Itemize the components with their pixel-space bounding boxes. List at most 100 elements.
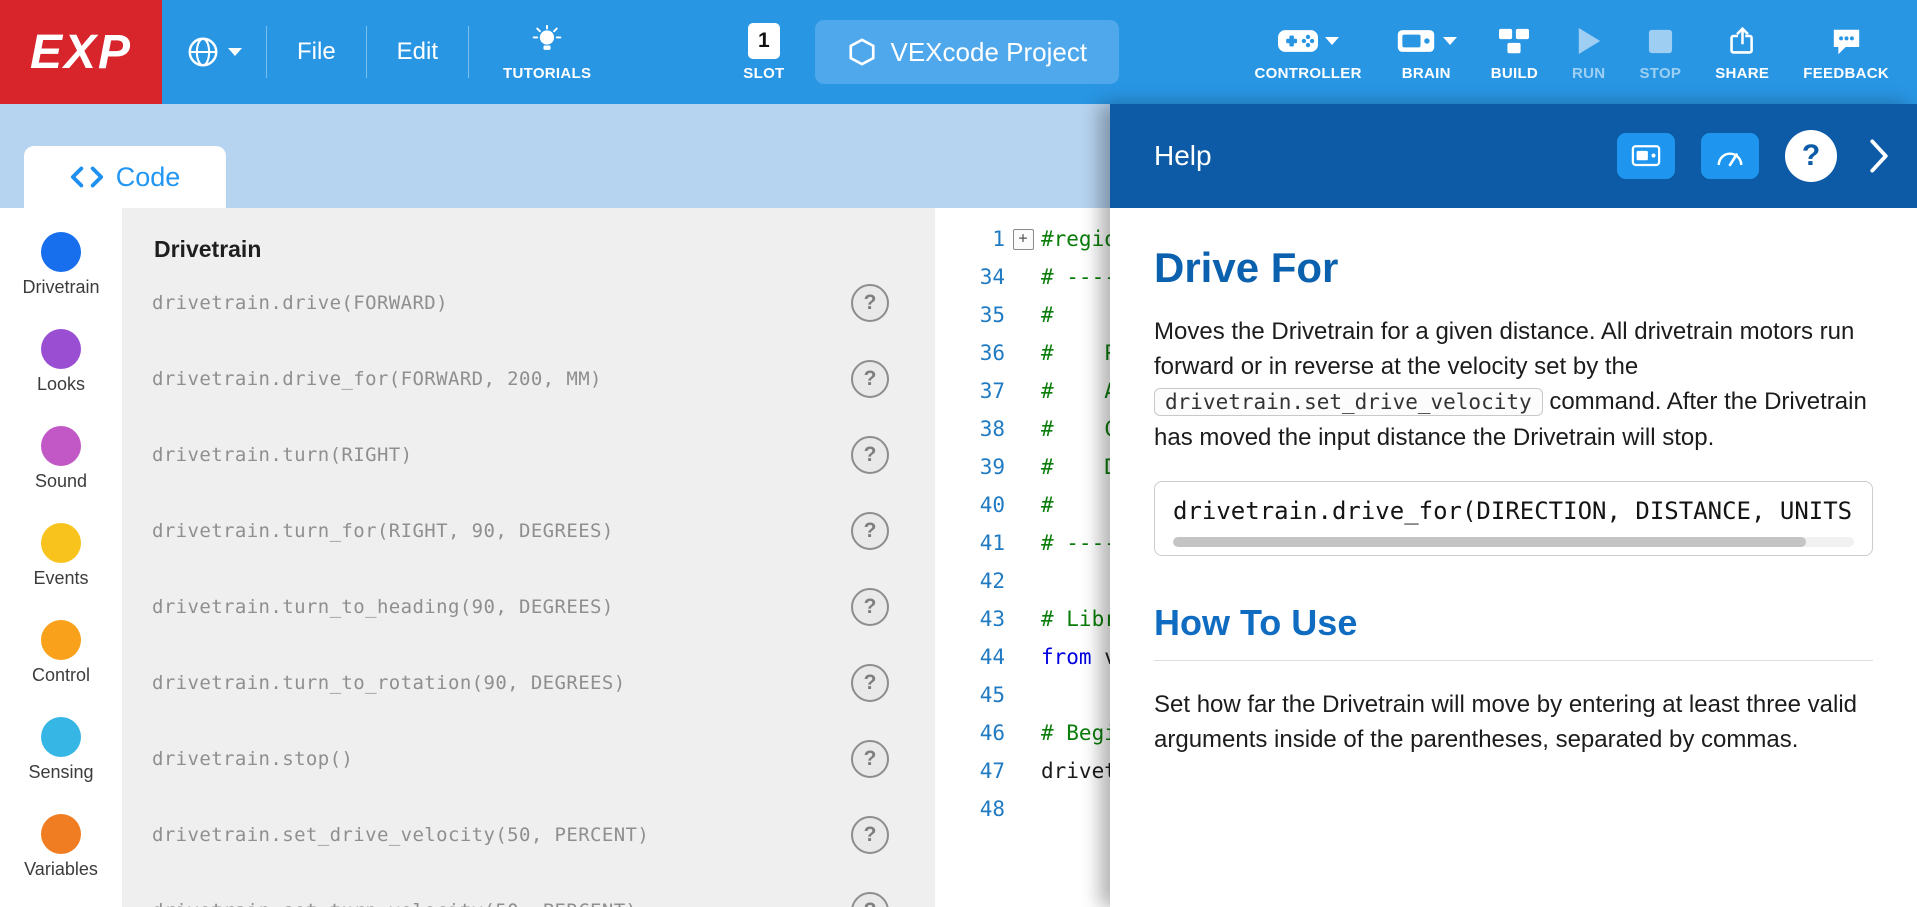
line-number: 34 xyxy=(935,265,1005,289)
controller-icon xyxy=(1278,27,1318,55)
command-help-button[interactable]: ? xyxy=(851,436,889,474)
share-button[interactable]: SHARE xyxy=(1713,22,1771,82)
looks-category-icon xyxy=(41,329,81,369)
command-help-button[interactable]: ? xyxy=(851,664,889,702)
slot-number-icon: 1 xyxy=(748,23,780,59)
line-number: 40 xyxy=(935,493,1005,517)
help-header-actions: ? xyxy=(1617,130,1895,182)
logo-text: EXP xyxy=(30,25,132,80)
file-menu[interactable]: File xyxy=(267,0,366,104)
sidebar-item-control[interactable]: Control xyxy=(32,620,90,686)
edit-menu[interactable]: Edit xyxy=(367,0,468,104)
command-help-button[interactable]: ? xyxy=(851,512,889,550)
scrollbar-thumb[interactable] xyxy=(1173,537,1806,547)
tutorials-button[interactable]: TUTORIALS xyxy=(497,22,597,82)
globe-icon xyxy=(186,35,220,69)
gauge-icon xyxy=(1715,144,1745,169)
line-number: 39 xyxy=(935,455,1005,479)
project-name-button[interactable]: VEXcode Project xyxy=(815,20,1120,84)
chevron-down-icon xyxy=(1443,37,1457,45)
help-command-title: Drive For xyxy=(1154,244,1873,292)
brain-icon xyxy=(1396,27,1436,55)
command-row[interactable]: drivetrain.turn(RIGHT) ? xyxy=(152,417,935,493)
topbar-actions: CONTROLLER BRAIN BUILD RUN xyxy=(1253,22,1917,82)
question-mark-icon: ? xyxy=(1802,139,1820,173)
line-number: 37 xyxy=(935,379,1005,403)
line-number: 36 xyxy=(935,341,1005,365)
sidebar-item-sensing[interactable]: Sensing xyxy=(28,717,93,783)
command-list-header: Drivetrain xyxy=(154,236,935,263)
line-number: 41 xyxy=(935,531,1005,555)
help-panel-title: Help xyxy=(1154,140,1212,172)
command-row[interactable]: drivetrain.stop() ? xyxy=(152,721,935,797)
brain-screen-icon xyxy=(1631,144,1661,169)
command-row[interactable]: drivetrain.drive(FORWARD) ? xyxy=(152,265,935,341)
command-row[interactable]: drivetrain.drive_for(FORWARD, 200, MM) ? xyxy=(152,341,935,417)
category-sidebar: Drivetrain Looks Sound Events Control Se… xyxy=(0,208,122,907)
language-menu[interactable] xyxy=(162,0,266,104)
tab-code-label: Code xyxy=(116,162,181,193)
sensing-category-icon xyxy=(41,717,81,757)
play-icon xyxy=(1576,26,1602,56)
tab-code[interactable]: Code xyxy=(24,146,226,208)
feedback-button[interactable]: FEEDBACK xyxy=(1801,22,1891,82)
help-panel: Help ? Drive For Moves the Drivetrain fo… xyxy=(1110,104,1917,907)
code-brackets-icon xyxy=(70,165,104,189)
command-help-button[interactable]: ? xyxy=(851,588,889,626)
collapse-help-panel-button[interactable] xyxy=(1863,138,1895,174)
line-number: 48 xyxy=(935,797,1005,821)
line-number: 46 xyxy=(935,721,1005,745)
help-panel-header: Help ? xyxy=(1110,104,1917,208)
sidebar-item-looks[interactable]: Looks xyxy=(37,329,85,395)
stop-icon xyxy=(1647,28,1674,55)
command-row[interactable]: drivetrain.turn_to_heading(90, DEGREES) … xyxy=(152,569,935,645)
stop-button[interactable]: STOP xyxy=(1637,22,1683,82)
chevron-down-icon xyxy=(228,48,242,56)
hexagon-icon xyxy=(847,37,877,67)
command-help-button[interactable]: ? xyxy=(851,360,889,398)
help-toggle-button[interactable]: ? xyxy=(1785,130,1837,182)
help-panel-body: Drive For Moves the Drivetrain for a giv… xyxy=(1110,208,1917,907)
line-number: 1 xyxy=(935,227,1005,251)
run-button[interactable]: RUN xyxy=(1570,22,1607,82)
sidebar-item-events[interactable]: Events xyxy=(33,523,88,589)
command-list-panel: Drivetrain drivetrain.drive(FORWARD) ? d… xyxy=(122,208,935,907)
command-row[interactable]: drivetrain.turn_to_rotation(90, DEGREES)… xyxy=(152,645,935,721)
command-help-button[interactable]: ? xyxy=(851,816,889,854)
drivetrain-category-icon xyxy=(41,232,81,272)
how-to-use-heading: How To Use xyxy=(1154,602,1873,644)
line-number: 35 xyxy=(935,303,1005,327)
command-signature-box: drivetrain.drive_for(DIRECTION, DISTANCE… xyxy=(1154,481,1873,556)
build-button[interactable]: BUILD xyxy=(1489,22,1540,82)
sidebar-item-drivetrain[interactable]: Drivetrain xyxy=(22,232,99,298)
topbar: EXP File Edit TUTORIALS 1 SLOT VEXcode P… xyxy=(0,0,1917,104)
command-row[interactable]: drivetrain.turn_for(RIGHT, 90, DEGREES) … xyxy=(152,493,935,569)
section-divider xyxy=(1154,660,1873,661)
brain-menu-button[interactable]: BRAIN xyxy=(1394,22,1459,82)
events-category-icon xyxy=(41,523,81,563)
feedback-bubble-icon xyxy=(1830,27,1863,56)
line-number: 42 xyxy=(935,569,1005,593)
vex-exp-logo: EXP xyxy=(0,0,162,104)
device-info-button[interactable] xyxy=(1617,133,1675,179)
command-row[interactable]: drivetrain.set_drive_velocity(50, PERCEN… xyxy=(152,797,935,873)
share-icon xyxy=(1727,26,1758,57)
lightbulb-icon xyxy=(531,25,563,57)
chevron-right-icon xyxy=(1867,138,1891,174)
how-to-use-text: Set how far the Drivetrain will move by … xyxy=(1154,687,1873,757)
fold-region-icon[interactable]: + xyxy=(1013,229,1034,250)
line-number: 44 xyxy=(935,645,1005,669)
command-help-button[interactable]: ? xyxy=(851,284,889,322)
command-row[interactable]: drivetrain.set_turn_velocity(50, PERCENT… xyxy=(152,873,935,907)
slot-button[interactable]: 1 SLOT xyxy=(737,22,790,82)
dashboard-gauge-button[interactable] xyxy=(1701,133,1759,179)
sidebar-item-sound[interactable]: Sound xyxy=(35,426,87,492)
inline-code-chip: drivetrain.set_drive_velocity xyxy=(1154,388,1543,416)
command-help-button[interactable]: ? xyxy=(851,892,889,907)
command-help-button[interactable]: ? xyxy=(851,740,889,778)
horizontal-scrollbar[interactable] xyxy=(1173,537,1854,547)
chevron-down-icon xyxy=(1325,37,1339,45)
sidebar-item-variables[interactable]: Variables xyxy=(24,814,98,880)
line-number: 38 xyxy=(935,417,1005,441)
controller-menu-button[interactable]: CONTROLLER xyxy=(1253,22,1364,82)
